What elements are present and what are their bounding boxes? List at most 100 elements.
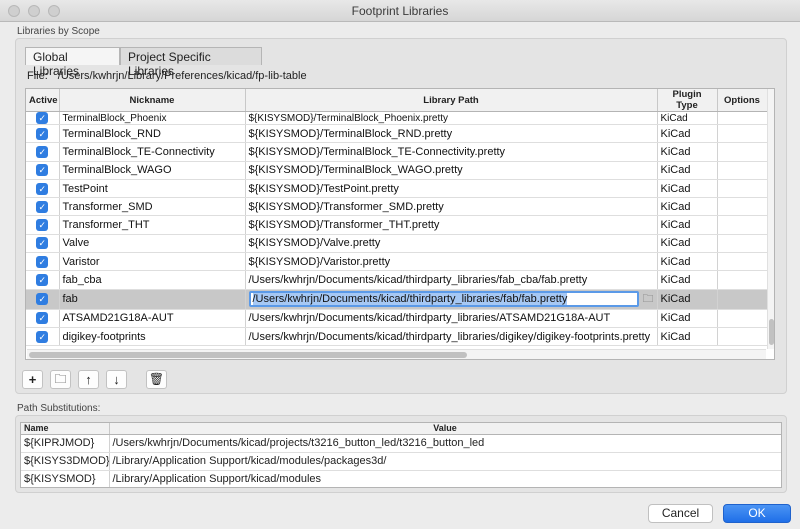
path-cell[interactable]: ${KISYSMOD}/TerminalBlock_TE-Connectivit… [245, 142, 658, 162]
plugin-cell[interactable]: KiCad [657, 179, 718, 199]
options-cell[interactable] [717, 289, 768, 310]
path-cell[interactable]: ${KISYSMOD}/TerminalBlock_RND.pretty [245, 124, 658, 144]
options-cell[interactable] [717, 124, 768, 144]
ok-button[interactable]: OK [723, 504, 791, 523]
active-checkbox[interactable]: ✓ [36, 200, 49, 213]
substitution-row[interactable]: ${KISYSMOD} /Library/Application Support… [21, 470, 781, 487]
table-row[interactable]: ✓ ATSAMD21G18A-AUT /Users/kwhrjn/Documen… [26, 309, 768, 328]
table-row[interactable]: ✓ fab_cba /Users/kwhrjn/Documents/kicad/… [26, 270, 768, 290]
path-cell[interactable]: ${KISYSMOD}/TerminalBlock_Phoenix.pretty [245, 111, 658, 125]
options-cell[interactable] [717, 270, 768, 290]
plugin-cell[interactable]: KiCad [657, 124, 718, 144]
nickname-cell[interactable]: TerminalBlock_TE-Connectivity [59, 142, 246, 162]
plugin-cell[interactable]: KiCad [657, 142, 718, 162]
nickname-cell[interactable]: fab [59, 289, 246, 310]
library-path-edit-input[interactable]: /Users/kwhrjn/Documents/kicad/thirdparty… [248, 291, 639, 308]
path-cell[interactable]: /Users/kwhrjn/Documents/kicad/thirdparty… [245, 327, 658, 347]
nickname-cell[interactable]: Varistor [59, 252, 246, 272]
nickname-cell[interactable]: TestPoint [59, 179, 246, 199]
horizontal-scrollbar[interactable] [27, 349, 766, 359]
plugin-cell[interactable]: KiCad [657, 111, 718, 125]
nickname-cell[interactable]: Transformer_THT [59, 215, 246, 235]
table-row[interactable]: ✓ TerminalBlock_WAGO ${KISYSMOD}/Termina… [26, 161, 768, 180]
active-checkbox[interactable]: ✓ [36, 182, 49, 195]
column-name[interactable]: Name [21, 423, 110, 435]
options-cell[interactable] [717, 161, 768, 180]
path-cell[interactable]: ${KISYSMOD}/Transformer_SMD.pretty [245, 197, 658, 217]
options-cell[interactable] [717, 252, 768, 272]
table-row[interactable]: ✓ digikey-footprints /Users/kwhrjn/Docum… [26, 327, 768, 347]
substitution-name[interactable]: ${KISYSMOD} [21, 470, 110, 487]
path-cell[interactable]: ${KISYSMOD}/Varistor.pretty [245, 252, 658, 272]
column-options[interactable]: Options [717, 89, 768, 112]
table-row[interactable]: ✓ Transformer_SMD ${KISYSMOD}/Transforme… [26, 197, 768, 217]
plugin-cell[interactable]: KiCad [657, 327, 718, 347]
table-row[interactable]: ✓ TerminalBlock_RND ${KISYSMOD}/Terminal… [26, 124, 768, 144]
nickname-cell[interactable]: fab_cba [59, 270, 246, 290]
options-cell[interactable] [717, 327, 768, 347]
active-checkbox[interactable]: ✓ [36, 112, 49, 124]
vertical-scrollbar[interactable] [767, 89, 774, 349]
plugin-cell[interactable]: KiCad [657, 252, 718, 272]
cancel-button[interactable]: Cancel [648, 504, 713, 523]
nickname-cell[interactable]: ATSAMD21G18A-AUT [59, 309, 246, 328]
substitution-name[interactable]: ${KISYS3DMOD} [21, 452, 110, 471]
column-library-path[interactable]: Library Path [245, 89, 658, 112]
options-cell[interactable] [717, 179, 768, 199]
nickname-cell[interactable]: digikey-footprints [59, 327, 246, 347]
path-cell[interactable]: ${KISYSMOD}/TestPoint.pretty [245, 179, 658, 199]
nickname-cell[interactable]: TerminalBlock_WAGO [59, 161, 246, 180]
substitution-row[interactable]: ${KIPRJMOD} /Users/kwhrjn/Documents/kica… [21, 434, 781, 453]
plugin-cell[interactable]: KiCad [657, 289, 718, 310]
table-row-selected[interactable]: ✓ fab /Users/kwhrjn/Documents/kicad/thir… [26, 289, 768, 310]
options-cell[interactable] [717, 197, 768, 217]
browse-library-button[interactable]: 🗀 [50, 370, 71, 389]
path-cell[interactable]: ${KISYSMOD}/Transformer_THT.pretty [245, 215, 658, 235]
active-checkbox[interactable]: ✓ [36, 164, 49, 177]
table-row[interactable]: ✓ TerminalBlock_Phoenix ${KISYSMOD}/Term… [26, 111, 768, 125]
plugin-cell[interactable]: KiCad [657, 161, 718, 180]
table-row[interactable]: ✓ TestPoint ${KISYSMOD}/TestPoint.pretty… [26, 179, 768, 199]
tab-project-specific-libraries[interactable]: Project Specific Libraries [120, 47, 262, 78]
folder-icon[interactable]: 🗀 [643, 290, 654, 309]
column-active[interactable]: Active [26, 89, 60, 112]
substitution-value[interactable]: /Users/kwhrjn/Documents/kicad/projects/t… [109, 434, 781, 453]
column-plugin-type[interactable]: Plugin Type [657, 89, 718, 112]
nickname-cell[interactable]: Transformer_SMD [59, 197, 246, 217]
active-checkbox[interactable]: ✓ [36, 219, 49, 232]
active-checkbox[interactable]: ✓ [36, 255, 49, 268]
nickname-cell[interactable]: TerminalBlock_Phoenix [59, 111, 246, 125]
active-checkbox[interactable]: ✓ [36, 274, 49, 287]
substitution-name[interactable]: ${KIPRJMOD} [21, 434, 110, 453]
table-row[interactable]: ✓ Valve ${KISYSMOD}/Valve.pretty KiCad [26, 234, 768, 254]
nickname-cell[interactable]: TerminalBlock_RND [59, 124, 246, 144]
path-cell[interactable]: /Users/kwhrjn/Documents/kicad/thirdparty… [245, 309, 658, 328]
path-cell[interactable]: ${KISYSMOD}/TerminalBlock_WAGO.pretty [245, 161, 658, 180]
active-checkbox[interactable]: ✓ [36, 237, 49, 250]
substitution-row[interactable]: ${KISYS3DMOD} /Library/Application Suppo… [21, 452, 781, 471]
active-checkbox[interactable]: ✓ [36, 330, 49, 343]
path-cell[interactable]: /Users/kwhrjn/Documents/kicad/thirdparty… [245, 270, 658, 290]
tab-global-libraries[interactable]: Global Libraries [25, 47, 120, 78]
options-cell[interactable] [717, 215, 768, 235]
active-checkbox[interactable]: ✓ [36, 293, 49, 306]
options-cell[interactable] [717, 142, 768, 162]
move-up-button[interactable]: ↑ [78, 370, 99, 389]
options-cell[interactable] [717, 234, 768, 254]
active-checkbox[interactable]: ✓ [36, 312, 49, 325]
path-cell-editing[interactable]: /Users/kwhrjn/Documents/kicad/thirdparty… [245, 289, 658, 310]
substitution-value[interactable]: /Library/Application Support/kicad/modul… [109, 470, 781, 487]
column-value[interactable]: Value [109, 423, 781, 435]
substitution-value[interactable]: /Library/Application Support/kicad/modul… [109, 452, 781, 471]
horizontal-scroll-thumb[interactable] [29, 352, 467, 358]
table-row[interactable]: ✓ TerminalBlock_TE-Connectivity ${KISYSM… [26, 142, 768, 162]
table-row[interactable]: ✓ Transformer_THT ${KISYSMOD}/Transforme… [26, 215, 768, 235]
plugin-cell[interactable]: KiCad [657, 197, 718, 217]
vertical-scroll-thumb[interactable] [769, 319, 774, 345]
column-nickname[interactable]: Nickname [59, 89, 246, 112]
plugin-cell[interactable]: KiCad [657, 234, 718, 254]
active-checkbox[interactable]: ✓ [36, 127, 49, 140]
plugin-cell[interactable]: KiCad [657, 309, 718, 328]
plugin-cell[interactable]: KiCad [657, 215, 718, 235]
path-cell[interactable]: ${KISYSMOD}/Valve.pretty [245, 234, 658, 254]
